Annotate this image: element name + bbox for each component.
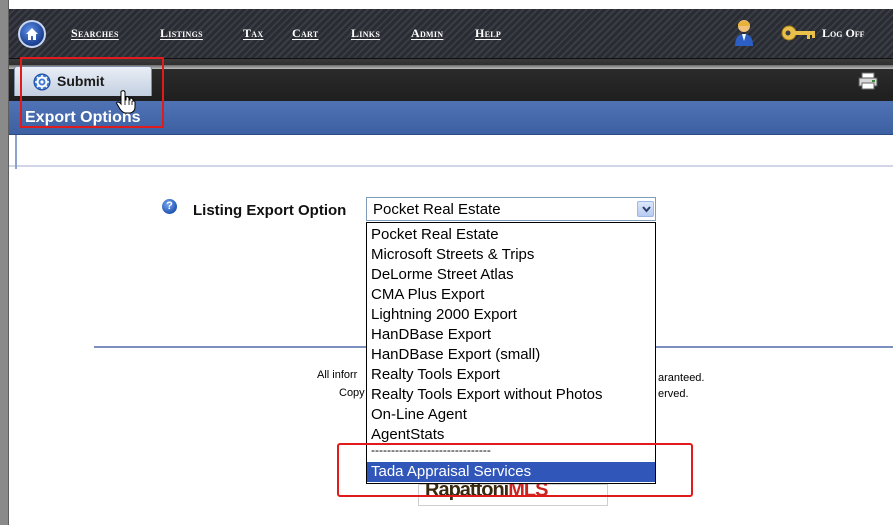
footer-disclaimer-left: All inforr bbox=[317, 369, 358, 381]
dropdown-option[interactable]: Lightning 2000 Export bbox=[367, 305, 655, 325]
nav-admin[interactable]: Admin bbox=[411, 26, 443, 41]
app-window: Searches Listings Tax Cart Links Admin H… bbox=[0, 0, 893, 525]
highlight-box-option bbox=[337, 443, 693, 497]
nav-cart[interactable]: Cart bbox=[292, 26, 318, 41]
footer-copyright-left: Copy bbox=[339, 387, 365, 399]
export-option-select[interactable]: Pocket Real Estate bbox=[366, 197, 656, 221]
chevron-down-icon[interactable] bbox=[637, 201, 654, 217]
select-current-value: Pocket Real Estate bbox=[373, 201, 501, 218]
logoff-link[interactable]: Log Off bbox=[822, 26, 865, 41]
agent-icon[interactable] bbox=[734, 19, 754, 47]
section-left-rule bbox=[15, 135, 17, 169]
footer-disclaimer-right: aranteed. bbox=[658, 372, 705, 384]
help-icon[interactable]: ? bbox=[162, 199, 177, 214]
footer-copyright-right: erved. bbox=[658, 388, 689, 400]
dropdown-option[interactable]: AgentStats bbox=[367, 425, 655, 445]
dropdown-option[interactable]: Pocket Real Estate bbox=[367, 225, 655, 245]
window-top-edge bbox=[0, 0, 893, 9]
home-icon[interactable] bbox=[18, 20, 46, 48]
dropdown-option[interactable]: DeLorme Street Atlas bbox=[367, 265, 655, 285]
main-nav-bar: Searches Listings Tax Cart Links Admin H… bbox=[9, 9, 893, 59]
nav-searches[interactable]: Searches bbox=[71, 26, 119, 41]
window-left-border bbox=[0, 0, 9, 525]
export-option-label: Listing Export Option bbox=[193, 202, 347, 219]
print-icon[interactable] bbox=[858, 72, 878, 90]
nav-tax[interactable]: Tax bbox=[243, 26, 263, 41]
sub-header-band bbox=[9, 135, 893, 167]
dropdown-option[interactable]: Realty Tools Export without Photos bbox=[367, 385, 655, 405]
dropdown-option[interactable]: On-Line Agent bbox=[367, 405, 655, 425]
nav-links[interactable]: Links bbox=[351, 26, 380, 41]
dropdown-option[interactable]: HanDBase Export (small) bbox=[367, 345, 655, 365]
dropdown-option[interactable]: CMA Plus Export bbox=[367, 285, 655, 305]
dropdown-option[interactable]: HanDBase Export bbox=[367, 325, 655, 345]
nav-help[interactable]: Help bbox=[475, 26, 501, 41]
nav-listings[interactable]: Listings bbox=[160, 26, 203, 41]
dropdown-option[interactable]: Microsoft Streets & Trips bbox=[367, 245, 655, 265]
dropdown-option[interactable]: Realty Tools Export bbox=[367, 365, 655, 385]
key-icon[interactable] bbox=[781, 25, 817, 41]
highlight-box-submit bbox=[20, 57, 164, 128]
